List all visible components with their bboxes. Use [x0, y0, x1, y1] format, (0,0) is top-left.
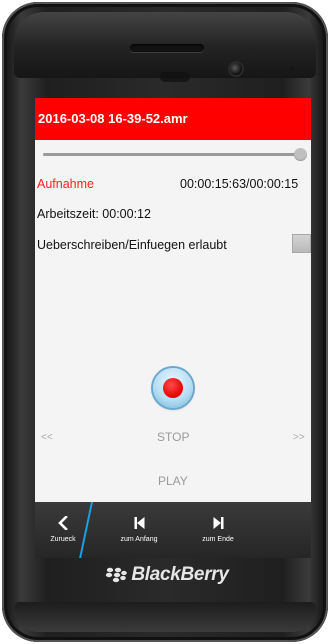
file-title: 2016-03-08 16-39-52.amr [38, 111, 188, 126]
overwrite-label: Ueberschreiben/Einfuegen erlaubt [37, 238, 227, 252]
previous-button[interactable]: << [41, 432, 53, 443]
to-end-action[interactable]: zum Ende [190, 502, 246, 558]
earpiece [130, 44, 204, 52]
play-button[interactable]: PLAY [158, 474, 188, 488]
to-end-label: zum Ende [202, 536, 234, 543]
to-start-label: zum Anfang [120, 536, 158, 543]
overwrite-checkbox[interactable] [292, 234, 311, 253]
chevron-left-icon [58, 516, 68, 530]
record-icon [163, 378, 183, 398]
progress-slider-thumb[interactable] [294, 148, 308, 161]
title-bar: 2016-03-08 16-39-52.amr [35, 98, 311, 140]
phone-bottom-bezel [14, 602, 316, 632]
stop-button[interactable]: STOP [157, 430, 189, 444]
next-button[interactable]: >> [293, 432, 305, 443]
to-start-action[interactable]: zum Anfang [111, 502, 167, 558]
skip-to-start-icon [134, 517, 144, 529]
mode-label: Aufnahme [37, 177, 94, 191]
brand-logo: BlackBerry [2, 564, 330, 590]
front-camera-icon [230, 63, 242, 75]
time-readout: 00:00:15:63/00:00:15 [180, 177, 299, 191]
progress-fill [43, 153, 301, 156]
phone-frame: 2016-03-08 16-39-52.amr Aufnahme 00:00:1… [2, 2, 328, 642]
light-sensor [289, 66, 295, 72]
skip-to-end-icon [213, 517, 223, 529]
screen: 2016-03-08 16-39-52.amr Aufnahme 00:00:1… [35, 98, 311, 558]
record-button[interactable] [153, 368, 193, 408]
work-time: Arbeitszeit: 00:00:12 [37, 207, 151, 221]
brand-name: BlackBerry [131, 564, 229, 585]
blackberry-logo-icon [106, 567, 128, 583]
action-bar: Zurueck zum Anfang zum Ende [35, 502, 311, 558]
proximity-sensor [160, 72, 190, 82]
